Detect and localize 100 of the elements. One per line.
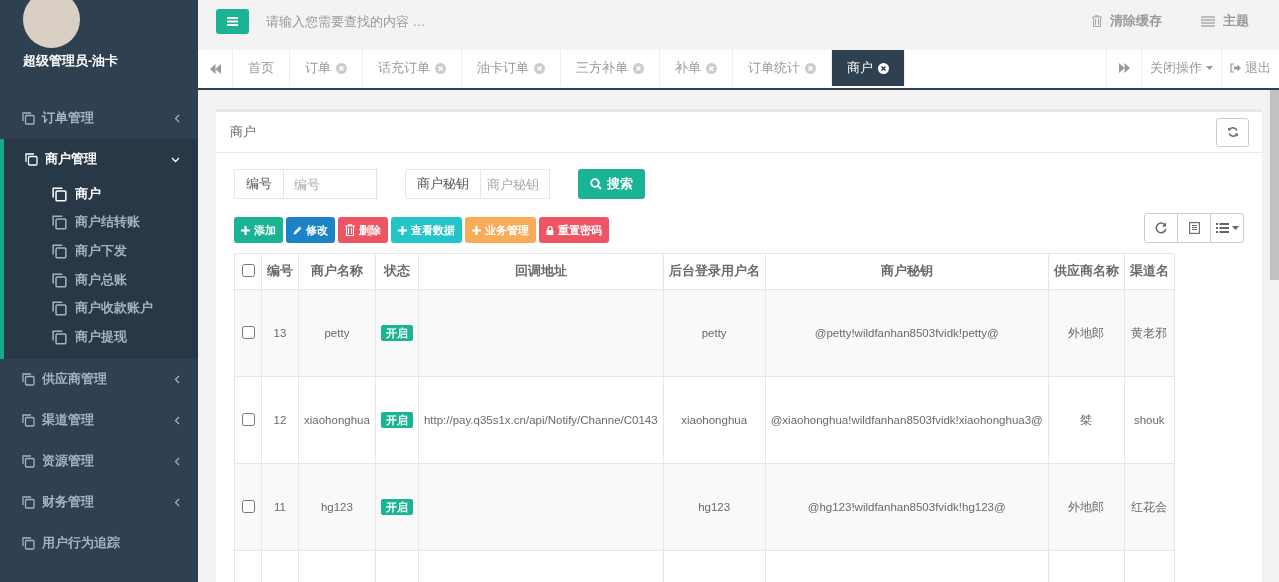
- action-button[interactable]: 添加: [234, 217, 283, 243]
- sidebar-menu-item[interactable]: 供应商管理: [0, 358, 198, 400]
- status-badge: 开启: [380, 324, 413, 341]
- copy-icon: [22, 536, 35, 550]
- refresh-button[interactable]: [1216, 117, 1249, 147]
- chevron-left-icon: [174, 415, 180, 425]
- copy-icon: [52, 186, 67, 202]
- search-icon: [590, 178, 602, 190]
- toolbar-link[interactable]: 主题: [1195, 11, 1255, 31]
- close-icon[interactable]: [878, 62, 889, 74]
- sidebar-menu-item[interactable]: 商户管理: [4, 139, 198, 180]
- user-name: 超级管理员-油卡: [23, 53, 119, 70]
- list-icon: [1201, 15, 1215, 27]
- list-icon: [1215, 223, 1229, 233]
- table-cell: hg123: [320, 501, 353, 513]
- pencil-icon: [293, 225, 302, 235]
- column-header: 供应商名称: [1053, 264, 1119, 278]
- action-button[interactable]: 修改: [286, 217, 335, 243]
- trash-icon: [345, 224, 355, 236]
- reload-icon: [1155, 222, 1167, 234]
- page-tab[interactable]: 油卡订单: [462, 50, 561, 86]
- sidebar-submenu-item[interactable]: 商户总账: [4, 265, 198, 295]
- caret-icon: [1206, 66, 1213, 70]
- action-button[interactable]: 重置密码: [539, 217, 609, 243]
- table-cell: xiaohonghua: [681, 414, 748, 426]
- action-button[interactable]: 业务管理: [465, 217, 536, 243]
- backward-icon: [209, 64, 221, 74]
- column-header: 编号: [267, 264, 293, 278]
- table-cell: @petty!wildfanhan8503fvidk!petty@: [814, 327, 999, 339]
- sign-out-icon: [1230, 63, 1241, 73]
- copy-icon: [22, 112, 35, 125]
- sidebar-menu-item[interactable]: 用户行为追踪: [0, 522, 198, 564]
- copy-icon: [52, 301, 67, 317]
- table-cell: http://pay.q35s1x.cn/api/Notify/Channe/C0143: [423, 414, 658, 426]
- sidebar-menu-item[interactable]: 资源管理: [0, 440, 198, 482]
- sidebar-submenu-item[interactable]: 商户下发: [4, 237, 198, 266]
- table-cell: 11: [274, 501, 286, 513]
- sidebar-submenu-item[interactable]: 商户结转账: [4, 208, 198, 238]
- toolbar-link[interactable]: 清除缓存: [1086, 11, 1168, 31]
- table-cell: 桀: [1080, 413, 1093, 426]
- reload-button[interactable]: [1144, 213, 1178, 243]
- copy-icon: [22, 495, 35, 509]
- toggle-view-button[interactable]: [1177, 213, 1211, 243]
- copy-icon: [52, 244, 67, 259]
- chevron-down-icon: [171, 156, 180, 163]
- sidebar-menu-item[interactable]: 财务管理: [0, 481, 198, 523]
- refresh-icon: [1226, 126, 1239, 138]
- scrollbar[interactable]: [1270, 90, 1279, 280]
- menu-button[interactable]: [216, 8, 249, 34]
- action-button[interactable]: 查看数据: [391, 217, 462, 243]
- status-badge: 开启: [380, 411, 413, 428]
- plus-icon: [398, 225, 407, 235]
- plus-icon: [472, 225, 481, 235]
- copy-icon: [25, 153, 38, 166]
- trash-icon: [1092, 15, 1102, 27]
- table-cell: petty: [324, 327, 350, 339]
- page-tab[interactable]: 话充订单: [363, 50, 462, 86]
- table-cell: xiaohonghua: [304, 414, 370, 426]
- chevron-left-icon: [174, 456, 180, 466]
- page-tab[interactable]: 三方补单: [561, 50, 660, 86]
- column-header: 渠道名: [1129, 264, 1169, 278]
- page-tab[interactable]: 首页: [233, 50, 290, 86]
- search-button[interactable]: 搜索: [578, 169, 645, 199]
- input-field[interactable]: 商户秘钥: [480, 169, 550, 199]
- chevron-left-icon: [174, 374, 180, 384]
- sidebar-submenu-item[interactable]: 商户提现: [4, 322, 198, 352]
- column-header: 商户秘钥: [880, 264, 933, 278]
- chevron-left-icon: [174, 114, 180, 123]
- sidebar-submenu-item[interactable]: 商户: [4, 180, 198, 209]
- sidebar-submenu-item[interactable]: 商户收款账户: [4, 294, 198, 323]
- avatar: [23, 0, 80, 48]
- row-checkbox[interactable]: [241, 412, 255, 426]
- sidebar-menu-item[interactable]: 渠道管理: [0, 399, 198, 441]
- page-tab[interactable]: 商户: [832, 50, 905, 86]
- menu-icon: [227, 16, 238, 26]
- panel-title: 商户: [230, 123, 256, 141]
- column-header: 后台登录用户名: [668, 264, 760, 278]
- column-header: 状态: [383, 264, 410, 278]
- table-cell: @xiaohonghua!wildfanhan8503fvidk!xiaohonghua3@: [770, 414, 1043, 426]
- page-tab[interactable]: 补单: [660, 50, 733, 86]
- input-field[interactable]: 编号: [283, 169, 377, 199]
- columns-dropdown[interactable]: [1210, 213, 1244, 243]
- forward-icon: [1118, 63, 1130, 73]
- copy-icon: [22, 372, 35, 386]
- row-checkbox[interactable]: [241, 499, 255, 513]
- search-field[interactable]: 请输入您需要查找的内容 …: [264, 5, 1065, 37]
- page-tab[interactable]: 订单: [290, 50, 363, 86]
- lock-icon: [546, 225, 554, 235]
- select-all-checkbox[interactable]: [241, 263, 255, 277]
- table-cell: @hg123!wildfanhan8503fvidk!hg123@: [807, 501, 1006, 513]
- copy-icon: [22, 454, 35, 468]
- copy-icon: [52, 272, 67, 288]
- sidebar-menu-item[interactable]: 订单管理: [0, 98, 198, 139]
- table-cell: 13: [273, 327, 287, 339]
- action-button[interactable]: 删除: [338, 217, 388, 243]
- status-badge: 开启: [380, 498, 413, 515]
- table-cell: 12: [273, 414, 287, 426]
- table-cell: 红花会: [1131, 500, 1168, 513]
- row-checkbox[interactable]: [241, 325, 255, 339]
- copy-icon: [52, 329, 67, 345]
